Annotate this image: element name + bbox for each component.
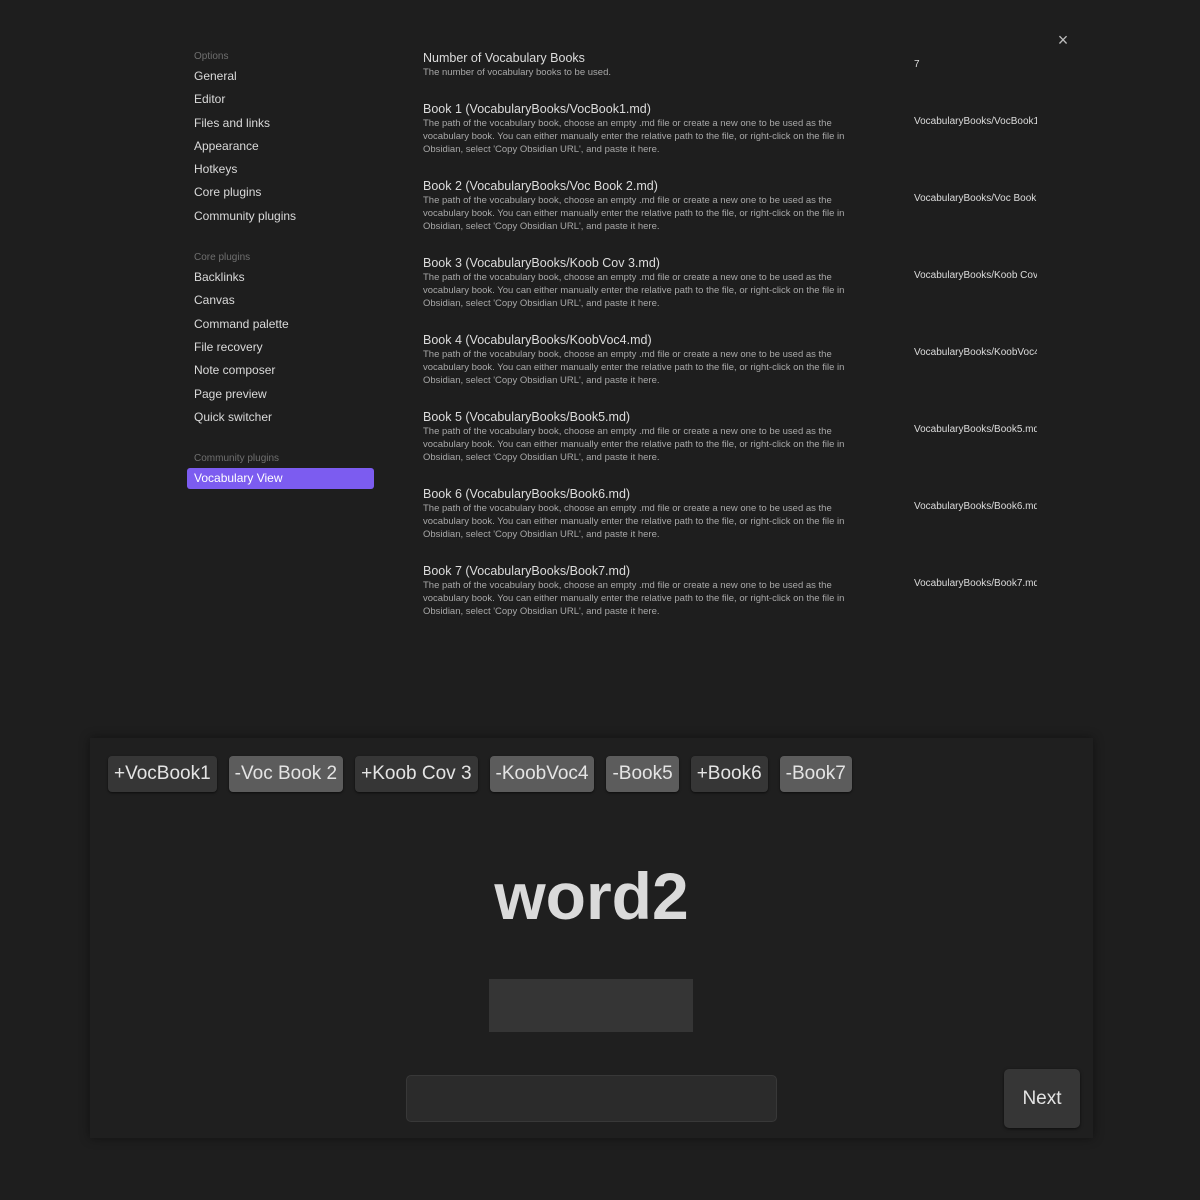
setting-row-book-count: Number of Vocabulary Books The number of… (423, 50, 1043, 101)
setting-description: The path of the vocabulary book, choose … (423, 349, 845, 386)
book-toggle-voc-book-2[interactable]: -Voc Book 2 (228, 756, 344, 792)
sidebar-item-files-and-links[interactable]: Files and links (187, 112, 374, 135)
current-word: word2 (494, 859, 689, 933)
sidebar-item-command-palette[interactable]: Command palette (187, 313, 374, 336)
sidebar-heading-community-plugins: Community plugins (194, 453, 280, 465)
sidebar-item-general[interactable]: General (187, 65, 374, 88)
setting-description: The path of the vocabulary book, choose … (423, 195, 845, 232)
setting-description: The path of the vocabulary book, choose … (423, 272, 845, 309)
book-toggle-vocbook1[interactable]: +VocBook1 (108, 756, 217, 792)
sidebar-item-vocabulary-view[interactable]: Vocabulary View (187, 468, 374, 490)
sidebar-item-file-recovery[interactable]: File recovery (187, 336, 374, 359)
book-3-path-input[interactable]: VocabularyBooks/Koob Cov 3.md (914, 270, 1037, 281)
book-1-path-input[interactable]: VocabularyBooks/VocBook1.md (914, 116, 1037, 127)
next-button[interactable]: Next (1004, 1069, 1080, 1128)
sidebar-item-appearance[interactable]: Appearance (187, 135, 374, 158)
book-count-input[interactable]: 7 (914, 59, 1037, 70)
book-7-path-input[interactable]: VocabularyBooks/Book7.md (914, 578, 1037, 589)
book-toggle-book6[interactable]: +Book6 (690, 756, 768, 792)
book-toggle-book5[interactable]: -Book5 (606, 756, 679, 792)
settings-content: Number of Vocabulary Books The number of… (423, 50, 1043, 640)
sidebar-item-quick-switcher[interactable]: Quick switcher (187, 406, 374, 429)
setting-row-book-3: Book 3 (VocabularyBooks/Koob Cov 3.md) T… (423, 255, 1043, 332)
book-toggle-koob-cov-3[interactable]: +Koob Cov 3 (355, 756, 478, 792)
vocabulary-view: +VocBook1 -Voc Book 2 +Koob Cov 3 -KoobV… (90, 738, 1093, 1138)
sidebar-item-canvas[interactable]: Canvas (187, 289, 374, 312)
book-2-path-input[interactable]: VocabularyBooks/Voc Book 2.md (914, 193, 1037, 204)
answer-input[interactable] (406, 1075, 777, 1122)
sidebar-item-note-composer[interactable]: Note composer (187, 359, 374, 382)
sidebar-item-page-preview[interactable]: Page preview (187, 383, 374, 406)
sidebar-item-editor[interactable]: Editor (187, 88, 374, 111)
sidebar-item-core-plugins[interactable]: Core plugins (187, 181, 374, 204)
sidebar-heading-core-plugins: Core plugins (194, 252, 251, 264)
close-icon[interactable]: × (1053, 30, 1073, 50)
setting-description: The path of the vocabulary book, choose … (423, 426, 845, 463)
setting-row-book-7: Book 7 (VocabularyBooks/Book7.md) The pa… (423, 563, 1043, 640)
setting-description: The path of the vocabulary book, choose … (423, 580, 845, 617)
settings-modal: × Options General Editor Files and links… (0, 0, 1200, 712)
setting-row-book-5: Book 5 (VocabularyBooks/Book5.md) The pa… (423, 409, 1043, 486)
book-5-path-input[interactable]: VocabularyBooks/Book5.md (914, 424, 1037, 435)
settings-sidebar: Options General Editor Files and links A… (187, 48, 374, 490)
sidebar-item-backlinks[interactable]: Backlinks (187, 266, 374, 289)
book-4-path-input[interactable]: VocabularyBooks/KoobVoc4.md (914, 347, 1037, 358)
sidebar-item-community-plugins[interactable]: Community plugins (187, 205, 374, 228)
setting-row-book-6: Book 6 (VocabularyBooks/Book6.md) The pa… (423, 486, 1043, 563)
book-toggle-bar: +VocBook1 -Voc Book 2 +Koob Cov 3 -KoobV… (108, 756, 852, 792)
setting-row-book-1: Book 1 (VocabularyBooks/VocBook1.md) The… (423, 101, 1043, 178)
setting-description: The number of vocabulary books to be use… (423, 67, 612, 78)
sidebar-item-hotkeys[interactable]: Hotkeys (187, 158, 374, 181)
meaning-reveal-box[interactable] (489, 979, 693, 1032)
book-toggle-book7[interactable]: -Book7 (779, 756, 852, 792)
book-toggle-koobvoc4[interactable]: -KoobVoc4 (489, 756, 595, 792)
setting-description: The path of the vocabulary book, choose … (423, 503, 845, 540)
setting-row-book-4: Book 4 (VocabularyBooks/KoobVoc4.md) The… (423, 332, 1043, 409)
setting-description: The path of the vocabulary book, choose … (423, 118, 845, 155)
book-6-path-input[interactable]: VocabularyBooks/Book6.md (914, 501, 1037, 512)
setting-row-book-2: Book 2 (VocabularyBooks/Voc Book 2.md) T… (423, 178, 1043, 255)
sidebar-heading-options: Options (194, 51, 229, 62)
